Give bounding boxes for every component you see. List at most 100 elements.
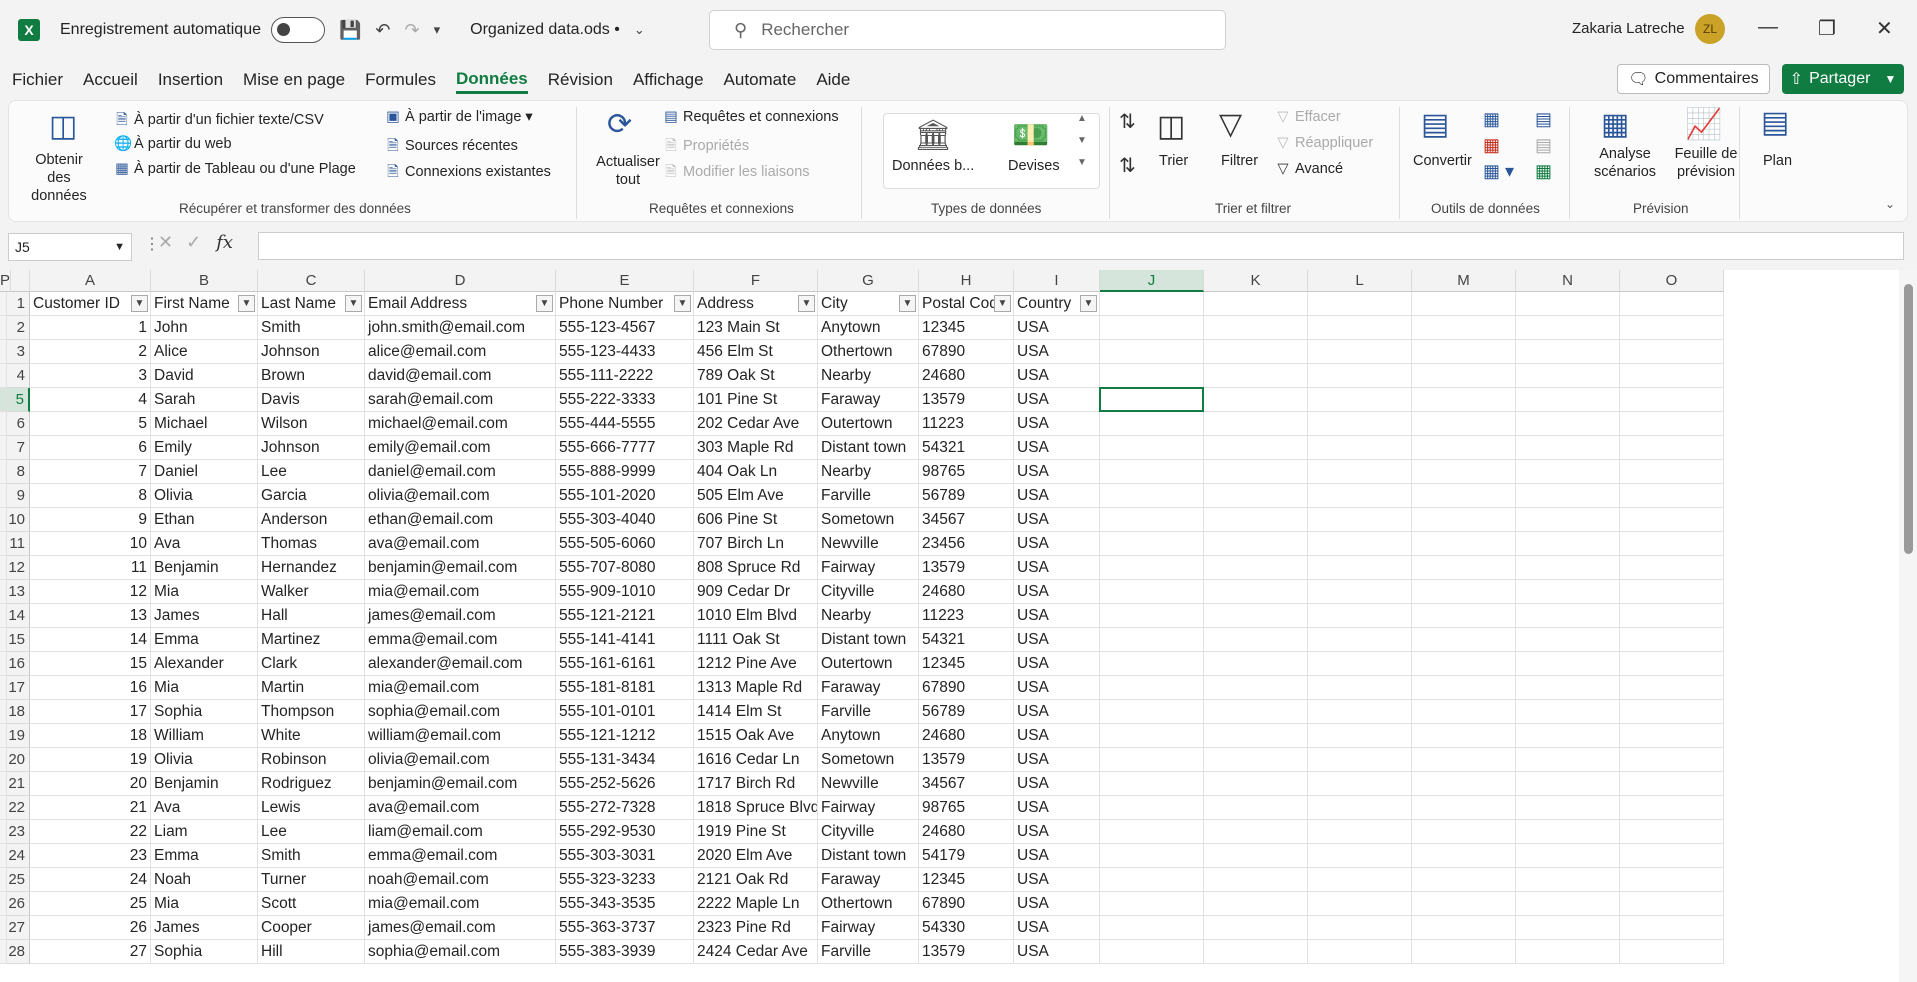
- clear-button[interactable]: ▽ Effacer: [1275, 109, 1340, 125]
- advanced-button[interactable]: ▽ Avancé: [1275, 161, 1343, 177]
- grid-cell[interactable]: [0, 316, 7, 340]
- grid-cell[interactable]: [1516, 844, 1620, 868]
- redo-icon[interactable]: ↷: [405, 20, 420, 41]
- table-cell[interactable]: 12345: [919, 316, 1014, 340]
- chevron-down-icon[interactable]: ▼: [1884, 72, 1896, 86]
- grid-cell[interactable]: [1204, 460, 1308, 484]
- table-header-cell[interactable]: Customer ID ▼: [30, 292, 151, 316]
- grid-cell[interactable]: [1308, 508, 1412, 532]
- grid-cell[interactable]: [1100, 772, 1204, 796]
- grid-cell[interactable]: [1204, 364, 1308, 388]
- grid-cell[interactable]: [1100, 796, 1204, 820]
- table-cell[interactable]: emma@email.com: [365, 844, 556, 868]
- grid-cell[interactable]: [1412, 316, 1516, 340]
- table-cell[interactable]: 67890: [919, 676, 1014, 700]
- grid-cell[interactable]: [1412, 700, 1516, 724]
- table-cell[interactable]: 1: [30, 316, 151, 340]
- table-cell[interactable]: Anytown: [818, 316, 919, 340]
- table-cell[interactable]: USA: [1014, 796, 1100, 820]
- table-cell[interactable]: 2323 Pine Rd: [694, 916, 818, 940]
- table-cell[interactable]: 555-111-2222: [556, 364, 694, 388]
- table-cell[interactable]: Fairway: [818, 916, 919, 940]
- tab-révision[interactable]: Révision: [548, 68, 613, 92]
- grid-cell[interactable]: [0, 940, 7, 964]
- grid-cell[interactable]: [1412, 292, 1516, 316]
- column-header-c[interactable]: C: [258, 270, 365, 292]
- grid-cell[interactable]: [0, 820, 7, 844]
- column-header-a[interactable]: A: [30, 270, 151, 292]
- grid-cell[interactable]: [1516, 364, 1620, 388]
- table-cell[interactable]: Olivia: [151, 748, 258, 772]
- grid-cell[interactable]: [0, 796, 7, 820]
- chevron-down-icon[interactable]: ⌄: [634, 22, 645, 38]
- filter-dropdown-icon[interactable]: ▼: [536, 295, 553, 312]
- grid-cell[interactable]: [1204, 556, 1308, 580]
- grid-cell[interactable]: [1516, 700, 1620, 724]
- grid-cell[interactable]: [1620, 628, 1724, 652]
- grid-cell[interactable]: [1308, 412, 1412, 436]
- table-cell[interactable]: USA: [1014, 460, 1100, 484]
- filter-dropdown-icon[interactable]: ▼: [1080, 295, 1097, 312]
- column-header-f[interactable]: F: [694, 270, 818, 292]
- table-cell[interactable]: 22: [30, 820, 151, 844]
- table-cell[interactable]: USA: [1014, 316, 1100, 340]
- table-cell[interactable]: 24680: [919, 580, 1014, 604]
- grid-cell[interactable]: [1100, 940, 1204, 964]
- table-cell[interactable]: Sophia: [151, 940, 258, 964]
- table-cell[interactable]: 11223: [919, 412, 1014, 436]
- table-cell[interactable]: sophia@email.com: [365, 940, 556, 964]
- table-cell[interactable]: 555-888-9999: [556, 460, 694, 484]
- tab-insertion[interactable]: Insertion: [158, 68, 223, 92]
- column-header-p[interactable]: P: [0, 270, 12, 292]
- table-cell[interactable]: James: [151, 604, 258, 628]
- table-cell[interactable]: 555-303-3031: [556, 844, 694, 868]
- sort-za-icon[interactable]: ⇅: [1119, 153, 1136, 178]
- grid-cell[interactable]: [0, 628, 7, 652]
- grid-cell[interactable]: [1100, 436, 1204, 460]
- grid-cell[interactable]: [1412, 580, 1516, 604]
- filter-dropdown-icon[interactable]: ▼: [238, 295, 255, 312]
- enter-icon[interactable]: ✓: [186, 232, 201, 252]
- grid-cell[interactable]: [1204, 316, 1308, 340]
- grid-cell[interactable]: [1516, 460, 1620, 484]
- remove-duplicates-icon[interactable]: ▦: [1483, 135, 1500, 156]
- table-cell[interactable]: Alice: [151, 340, 258, 364]
- table-cell[interactable]: Faraway: [818, 388, 919, 412]
- grid-cell[interactable]: [1308, 388, 1412, 412]
- table-cell[interactable]: Clark: [258, 652, 365, 676]
- grid-cell[interactable]: [1516, 820, 1620, 844]
- grid-cell[interactable]: [1620, 580, 1724, 604]
- table-cell[interactable]: 1010 Elm Blvd: [694, 604, 818, 628]
- grid-cell[interactable]: [1100, 340, 1204, 364]
- grid-cell[interactable]: [1516, 748, 1620, 772]
- table-cell[interactable]: USA: [1014, 772, 1100, 796]
- table-header-cell[interactable]: Phone Number ▼: [556, 292, 694, 316]
- table-cell[interactable]: USA: [1014, 340, 1100, 364]
- table-cell[interactable]: 555-363-3737: [556, 916, 694, 940]
- recent-sources-button[interactable]: 🗎 Sources récentes: [385, 135, 518, 160]
- table-header-cell[interactable]: Last Name ▼: [258, 292, 365, 316]
- table-cell[interactable]: 555-131-3434: [556, 748, 694, 772]
- table-cell[interactable]: 13579: [919, 556, 1014, 580]
- grid-cell[interactable]: [1100, 820, 1204, 844]
- relationships-icon[interactable]: ▤: [1535, 135, 1552, 156]
- grid-cell[interactable]: [1516, 484, 1620, 508]
- table-cell[interactable]: 8: [30, 484, 151, 508]
- table-cell[interactable]: John: [151, 316, 258, 340]
- table-cell[interactable]: USA: [1014, 724, 1100, 748]
- grid-cell[interactable]: [0, 844, 7, 868]
- grid-cell[interactable]: [1204, 772, 1308, 796]
- grid-cell[interactable]: [1620, 772, 1724, 796]
- edit-links-button[interactable]: 🗎 Modifier les liaisons: [663, 161, 809, 186]
- table-cell[interactable]: 555-666-7777: [556, 436, 694, 460]
- grid-cell[interactable]: [1308, 820, 1412, 844]
- grid-cell[interactable]: [1204, 604, 1308, 628]
- table-cell[interactable]: Nearby: [818, 604, 919, 628]
- autosave-toggle[interactable]: [271, 17, 325, 43]
- grid-cell[interactable]: [1204, 484, 1308, 508]
- table-cell[interactable]: 555-505-6060: [556, 532, 694, 556]
- table-cell[interactable]: 555-323-3233: [556, 868, 694, 892]
- table-cell[interactable]: Faraway: [818, 676, 919, 700]
- column-header-g[interactable]: G: [818, 270, 919, 292]
- grid-cell[interactable]: [0, 412, 7, 436]
